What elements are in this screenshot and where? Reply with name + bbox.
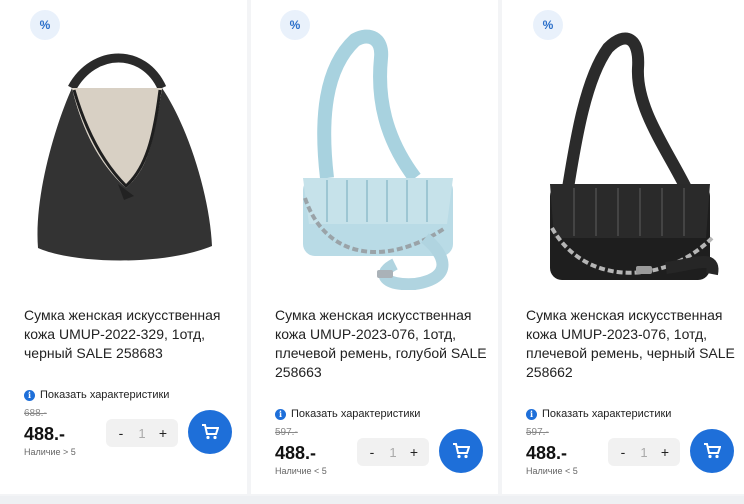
quantity-value[interactable]: 1 xyxy=(389,445,396,460)
show-specs-label: Показать характеристики xyxy=(291,408,421,420)
quantity-stepper: - 1 + xyxy=(357,438,429,466)
quantity-value[interactable]: 1 xyxy=(138,426,145,441)
show-specs-link[interactable]: i Показать характеристики xyxy=(24,389,169,401)
info-icon: i xyxy=(526,408,537,420)
product-title[interactable]: Сумка женская искусственная кожа UMUP-20… xyxy=(275,306,487,382)
stock-status: Наличие < 5 xyxy=(526,466,578,476)
cart-icon xyxy=(453,443,470,459)
old-price: 597.- xyxy=(526,427,549,438)
info-icon: i xyxy=(24,389,35,401)
quantity-value[interactable]: 1 xyxy=(640,445,647,460)
next-row-edge xyxy=(0,496,744,504)
quantity-stepper: - 1 + xyxy=(106,419,178,447)
stock-status: Наличие > 5 xyxy=(24,447,76,457)
product-card: % Сумка женская искусственная кожа UMUP-… xyxy=(251,0,498,494)
cart-icon xyxy=(202,424,219,440)
quantity-plus-button[interactable]: + xyxy=(156,425,170,441)
add-to-cart-button[interactable] xyxy=(690,429,734,473)
cart-icon xyxy=(704,443,721,459)
product-image[interactable] xyxy=(14,28,232,290)
product-card: % Сумка женская искусственная кожа UMUP-… xyxy=(0,0,247,494)
quantity-minus-button[interactable]: - xyxy=(365,444,379,460)
show-specs-link[interactable]: i Показать характеристики xyxy=(275,408,420,420)
old-price: 688.- xyxy=(24,408,47,419)
quantity-minus-button[interactable]: - xyxy=(616,444,630,460)
product-title[interactable]: Сумка женская искусственная кожа UMUP-20… xyxy=(24,306,236,363)
info-icon: i xyxy=(275,408,286,420)
show-specs-link[interactable]: i Показать характеристики xyxy=(526,408,671,420)
quantity-plus-button[interactable]: + xyxy=(407,444,421,460)
show-specs-label: Показать характеристики xyxy=(40,389,170,401)
product-card: % Сумка женская искусственная кожа UMUP-… xyxy=(502,0,744,494)
product-title[interactable]: Сумка женская искусственная кожа UMUP-20… xyxy=(526,306,738,382)
add-to-cart-button[interactable] xyxy=(188,410,232,454)
quantity-plus-button[interactable]: + xyxy=(658,444,672,460)
old-price: 597.- xyxy=(275,427,298,438)
product-image[interactable] xyxy=(516,28,734,290)
product-image[interactable] xyxy=(265,28,483,291)
add-to-cart-button[interactable] xyxy=(439,429,483,473)
show-specs-label: Показать характеристики xyxy=(542,408,672,420)
quantity-stepper: - 1 + xyxy=(608,438,680,466)
price: 488.- xyxy=(526,443,568,463)
product-grid: % Сумка женская искусственная кожа UMUP-… xyxy=(0,0,744,504)
price: 488.- xyxy=(275,443,317,463)
price: 488.- xyxy=(24,424,66,444)
quantity-minus-button[interactable]: - xyxy=(114,425,128,441)
stock-status: Наличие < 5 xyxy=(275,466,327,476)
